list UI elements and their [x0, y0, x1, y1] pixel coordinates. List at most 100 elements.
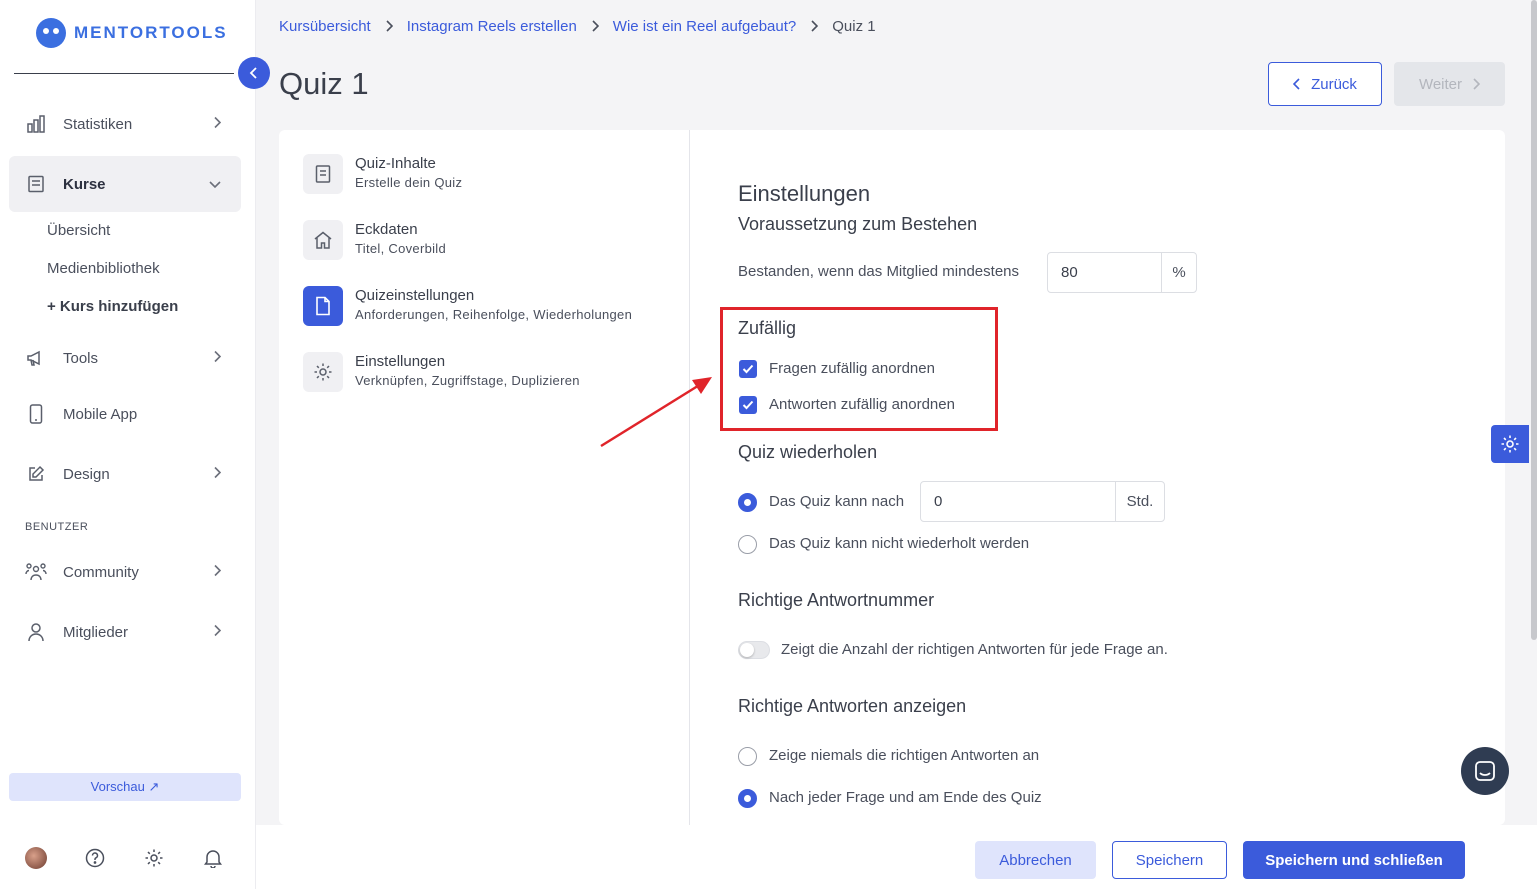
- annotation-highlight-box: [720, 307, 998, 431]
- section-label-benutzer: BENUTZER: [25, 521, 89, 533]
- users-group-icon: [25, 561, 47, 583]
- show-correct-heading: Richtige Antworten anzeigen: [738, 696, 967, 716]
- chevron-right-icon: [213, 564, 222, 580]
- sidebar-item-mobile-app[interactable]: Mobile App: [9, 386, 241, 442]
- pencil-edit-icon: [25, 463, 47, 485]
- correct-number-heading: Richtige Antwortnummer: [738, 590, 935, 610]
- pass-percent-input[interactable]: [1048, 253, 1161, 292]
- user-icon: [25, 621, 47, 643]
- chevron-right-icon: [213, 350, 222, 366]
- breadcrumb: Kursübersicht Instagram Reels erstellen …: [279, 18, 876, 35]
- avatar[interactable]: [25, 847, 47, 869]
- sidebar-item-statistiken[interactable]: Statistiken: [9, 96, 241, 152]
- sidebar-item-design[interactable]: Design: [9, 446, 241, 502]
- divider: [14, 73, 234, 74]
- cancel-button[interactable]: Abbrechen: [975, 841, 1096, 879]
- step-quiz-settings[interactable]: Quizeinstellungen Anforderungen, Reihenf…: [303, 286, 632, 326]
- correct-number-label: Zeigt die Anzahl der richtigen Antworten…: [781, 641, 1168, 658]
- sidebar-footer: [25, 847, 224, 869]
- correct-number-toggle[interactable]: [738, 641, 770, 659]
- repeat-after-label: Das Quiz kann nach: [769, 493, 905, 510]
- brand-logo[interactable]: MENTORTOOLS: [36, 17, 228, 49]
- mentortools-logo-icon: [36, 18, 66, 48]
- pass-requirement-label: Bestanden, wenn das Mitglied mindestens: [738, 263, 1020, 280]
- sidebar-subitem-uebersicht[interactable]: Übersicht: [47, 222, 110, 239]
- sidebar-item-mitglieder[interactable]: Mitglieder: [9, 604, 241, 660]
- sidebar-item-label: Community: [63, 563, 139, 581]
- sidebar-item-label: Tools: [63, 349, 99, 367]
- pass-requirement-heading: Voraussetzung zum Bestehen: [738, 214, 978, 234]
- step-subtitle: Anforderungen, Reihenfolge, Wiederholung…: [355, 307, 633, 322]
- divider: [689, 130, 690, 825]
- chevron-right-icon: [810, 19, 819, 35]
- sidebar-item-community[interactable]: Community: [9, 544, 241, 600]
- next-button[interactable]: Weiter: [1394, 62, 1505, 106]
- step-title: Quiz-Inhalte: [355, 155, 436, 172]
- sidebar-item-tools[interactable]: Tools: [9, 330, 241, 386]
- step-general-settings[interactable]: Einstellungen Verknüpfen, Zugriffstage, …: [303, 352, 580, 392]
- repeat-after-radio[interactable]: [738, 493, 757, 512]
- step-subtitle: Titel, Coverbild: [355, 241, 447, 256]
- document-list-icon: [303, 154, 343, 194]
- help-icon[interactable]: [84, 847, 106, 869]
- pass-percent-group: %: [1047, 252, 1197, 293]
- megaphone-icon: [25, 347, 47, 369]
- chevron-right-icon: [213, 116, 222, 132]
- step-key-data[interactable]: Eckdaten Titel, Coverbild: [303, 220, 446, 260]
- step-quiz-contents[interactable]: Quiz-Inhalte Erstelle dein Quiz: [303, 154, 462, 194]
- chat-icon: [1475, 761, 1495, 781]
- hours-suffix: Std.: [1115, 482, 1164, 521]
- brand-name: MENTORTOOLS: [74, 23, 228, 42]
- save-button[interactable]: Speichern: [1112, 841, 1227, 879]
- next-button-label: Weiter: [1418, 75, 1463, 93]
- gear-icon[interactable]: [143, 847, 165, 869]
- sidebar-item-label: Mitglieder: [63, 623, 129, 641]
- step-subtitle: Erstelle dein Quiz: [355, 175, 463, 190]
- footer-action-bar: Abbrechen Speichern Speichern und schlie…: [256, 825, 1537, 889]
- chevron-down-icon: [209, 177, 221, 192]
- chevron-left-icon: [249, 67, 257, 79]
- show-correct-never-radio[interactable]: [738, 747, 757, 766]
- back-button[interactable]: Zurück: [1268, 62, 1382, 106]
- breadcrumb-current: Quiz 1: [832, 18, 876, 35]
- book-icon: [25, 173, 47, 195]
- gear-icon: [1501, 435, 1519, 453]
- chevron-right-icon: [1473, 78, 1481, 90]
- save-and-close-button[interactable]: Speichern und schließen: [1243, 841, 1465, 879]
- floating-settings-button[interactable]: [1491, 425, 1529, 463]
- step-title: Quizeinstellungen: [355, 287, 475, 304]
- breadcrumb-link-course[interactable]: Instagram Reels erstellen: [407, 18, 577, 35]
- preview-button[interactable]: Vorschau ↗: [9, 773, 241, 801]
- step-title: Einstellungen: [355, 353, 446, 370]
- step-subtitle: Verknüpfen, Zugriffstage, Duplizieren: [355, 373, 580, 388]
- breadcrumb-link-course-overview[interactable]: Kursübersicht: [279, 18, 371, 35]
- page-scrollbar[interactable]: [1531, 0, 1537, 640]
- gear-icon: [303, 352, 343, 392]
- chevron-right-icon: [591, 19, 599, 35]
- percent-suffix: %: [1161, 253, 1196, 292]
- repeat-never-radio[interactable]: [738, 535, 757, 554]
- breadcrumb-link-lesson[interactable]: Wie ist ein Reel aufgebaut?: [613, 18, 796, 35]
- sidebar-item-kurse[interactable]: Kurse: [9, 156, 241, 212]
- back-button-label: Zurück: [1311, 75, 1357, 93]
- repeat-never-label: Das Quiz kann nicht wiederholt werden: [769, 535, 1030, 552]
- phone-icon: [25, 403, 47, 425]
- chevron-right-icon: [213, 624, 222, 640]
- show-correct-each-label: Nach jeder Frage und am Ende des Quiz: [769, 789, 1042, 806]
- sidebar-item-label: Statistiken: [63, 115, 133, 133]
- collapse-sidebar-button[interactable]: [238, 57, 270, 89]
- chevron-left-icon: [1293, 78, 1300, 90]
- sidebar-subitem-add-course[interactable]: + Kurs hinzufügen: [47, 298, 178, 315]
- repeat-hours-input[interactable]: [921, 482, 1115, 521]
- bell-icon[interactable]: [202, 847, 224, 869]
- chevron-right-icon: [385, 19, 393, 35]
- show-correct-each-radio[interactable]: [738, 789, 757, 808]
- bar-chart-icon: [25, 113, 47, 135]
- sidebar-item-label: Mobile App: [63, 405, 138, 423]
- chat-button[interactable]: [1461, 747, 1509, 795]
- document-icon: [303, 286, 343, 326]
- repeat-hours-group: Std.: [920, 481, 1165, 522]
- sidebar-subitem-medienbibliothek[interactable]: Medienbibliothek: [47, 260, 160, 277]
- quiz-settings-card: Quiz-Inhalte Erstelle dein Quiz Eckdaten…: [279, 130, 1505, 825]
- sidebar-item-label: Design: [63, 465, 110, 483]
